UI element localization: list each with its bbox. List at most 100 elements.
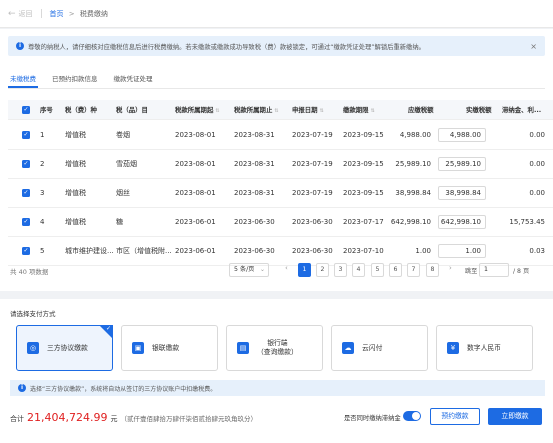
total-label: 合计 [10, 415, 24, 423]
reserve-pay-button[interactable]: 预约缴款 [430, 408, 480, 425]
paid-amount-input[interactable]: 38,998.84 [438, 186, 486, 200]
notice-banner: i 尊敬的纳税人，请仔细核对应缴税信息后进行税费缴纳。若未缴款或缴款成功导致税（… [8, 36, 545, 56]
row-item: 雪茄烟 [116, 160, 137, 168]
prev-page-icon[interactable]: ‹ [285, 264, 288, 272]
notice-text: 尊敬的纳税人，请仔细核对应缴税信息后进行税费缴纳。若未缴款或缴款成功导致税（费）… [28, 43, 425, 51]
page-button[interactable]: 5 [371, 263, 384, 277]
table-row[interactable]: ✓ 2 增值税 雪茄烟 2023-08-01 2023-08-31 2023-0… [8, 150, 553, 179]
page-size-select[interactable]: 5 条/页 ⌄ [229, 263, 269, 277]
row-start: 2023-06-01 [175, 218, 216, 226]
header-item: 税（品）目 [116, 106, 148, 114]
table-row[interactable]: ✓ 4 增值税 糖 2023-06-01 2023-06-30 2023-06-… [8, 208, 553, 237]
sort-icon: ⇅ [215, 108, 220, 114]
top-bar: ← 返回 首页 > 税费缴纳 [0, 0, 553, 28]
row-no: 5 [40, 247, 45, 255]
info-icon: i [16, 42, 24, 50]
tab-unpaid[interactable]: 未缴税费 [8, 71, 38, 88]
info-icon: i [18, 384, 26, 392]
row-due: 4,988.00 [399, 131, 431, 139]
payment-tip-text: 选择“三方协议缴款”，系统将自动从签订的三方协议账户中扣缴税费。 [30, 385, 217, 393]
goto-label: 跳至 [465, 268, 478, 275]
row-due: 25,989.10 [395, 160, 431, 168]
tab-voucher[interactable]: 缴款凭证处理 [112, 71, 155, 88]
pay-method-label: 银联缴款 [152, 343, 180, 352]
late-fee-switch-label: 是否同时缴纳滞纳金 [344, 415, 401, 422]
row-late: 0.03 [529, 247, 545, 255]
main-panel: i 尊敬的纳税人，请仔细核对应缴税信息后进行税费缴纳。若未缴款或缴款成功导致税（… [0, 29, 553, 291]
row-deadline: 2023-09-15 [343, 131, 384, 139]
card-icon: ▣ [132, 342, 144, 354]
late-fee-switch[interactable] [403, 411, 421, 421]
cloud-icon: ☁ [342, 342, 354, 354]
row-checkbox[interactable]: ✓ [22, 160, 30, 168]
row-item: 烟丝 [116, 189, 130, 197]
header-tax: 税（费）种 [65, 106, 97, 114]
header-late: 滞纳金、利... [502, 106, 542, 114]
row-late: 0.00 [529, 131, 545, 139]
pay-method-unionpay[interactable]: ▣ 银联缴款 [121, 325, 218, 371]
page-button[interactable]: 8 [426, 263, 439, 277]
row-checkbox[interactable]: ✓ [22, 131, 30, 139]
next-page-icon[interactable]: › [449, 264, 452, 272]
breadcrumb-home[interactable]: 首页 [50, 10, 64, 18]
row-start: 2023-08-01 [175, 160, 216, 168]
breadcrumb-current: 税费缴纳 [79, 9, 108, 18]
row-checkbox[interactable]: ✓ [22, 218, 30, 226]
sort-icon: ⇅ [319, 108, 324, 114]
row-tax: 增值税 [65, 160, 86, 168]
tab-reserved[interactable]: 已预约扣款信息 [50, 71, 100, 88]
table-row[interactable]: ✓ 1 增值税 卷烟 2023-08-01 2023-08-31 2023-07… [8, 121, 553, 150]
row-item: 卷烟 [116, 131, 130, 139]
goto-page-input[interactable]: 1 [479, 263, 509, 277]
pay-method-tripartite[interactable]: ◎ 三方协议缴款 ✓ [16, 325, 113, 371]
row-declare: 2023-07-19 [292, 160, 333, 168]
paid-amount-input[interactable]: 25,989.10 [438, 157, 486, 171]
row-item: 糖 [116, 218, 123, 226]
payment-tip: i 选择“三方协议缴款”，系统将自动从签订的三方协议账户中扣缴税费。 [10, 380, 545, 396]
header-declare[interactable]: 申报日期 ⇅ [292, 105, 324, 114]
pagination: 共 40 项数据 5 条/页 ⌄ ‹ 1 2 3 4 5 6 7 8 › 跳至 1… [0, 261, 553, 281]
paid-amount-input[interactable]: 1.00 [438, 244, 486, 258]
header-deadline[interactable]: 缴款期限 ⇅ [343, 105, 375, 114]
select-all-checkbox[interactable]: ✓ [22, 105, 30, 114]
arrow-left-icon: ← [8, 8, 16, 19]
row-deadline: 2023-07-10 [343, 247, 384, 255]
page-button[interactable]: 2 [316, 263, 329, 277]
row-end: 2023-08-31 [234, 189, 275, 197]
page-button[interactable]: 3 [334, 263, 347, 277]
paid-amount-input[interactable]: 642,998.10 [438, 215, 486, 229]
back-button[interactable]: ← 返回 [8, 9, 33, 19]
page-button[interactable]: 4 [352, 263, 365, 277]
payment-panel: 请选择支付方式 ◎ 三方协议缴款 ✓ ▣ 银联缴款 ▤ 银行端 （查询缴款） ☁… [0, 299, 553, 443]
row-deadline: 2023-07-17 [343, 218, 384, 226]
pay-method-label: 银行端 （查询缴款） [257, 339, 298, 356]
row-tax: 增值税 [65, 131, 86, 139]
pay-method-label: 数字人民币 [467, 343, 501, 352]
sort-icon: ⇅ [370, 108, 375, 114]
row-checkbox[interactable]: ✓ [22, 189, 30, 197]
header-end[interactable]: 税款所属期止 ⇅ [234, 105, 279, 114]
check-icon: ✓ [105, 325, 111, 332]
total-line: 合计 21,404,724.99 元 （贰仟壹佰肆拾万肆仟柒佰贰拾肆元玖角玖分） [10, 411, 257, 424]
header-due: 应缴税额 [408, 106, 434, 114]
row-start: 2023-08-01 [175, 189, 216, 197]
close-icon[interactable]: × [530, 42, 537, 51]
pay-now-button[interactable]: 立即缴款 [488, 408, 542, 425]
table-row[interactable]: ✓ 3 增值税 烟丝 2023-08-01 2023-08-31 2023-07… [8, 179, 553, 208]
pay-method-ecny[interactable]: ¥ 数字人民币 [436, 325, 533, 371]
header-start[interactable]: 税款所属期起 ⇅ [175, 105, 220, 114]
row-tax: 增值税 [65, 218, 86, 226]
paid-amount-input[interactable]: 4,988.00 [438, 128, 486, 142]
pay-method-bank[interactable]: ▤ 银行端 （查询缴款） [226, 325, 323, 371]
page-button[interactable]: 7 [407, 263, 420, 277]
pay-method-quickpass[interactable]: ☁ 云闪付 [331, 325, 428, 371]
page-button[interactable]: 1 [298, 263, 311, 277]
row-declare: 2023-06-30 [292, 247, 333, 255]
breadcrumb-separator: > [68, 9, 75, 18]
row-end: 2023-08-31 [234, 160, 275, 168]
sort-icon: ⇅ [274, 108, 279, 114]
chevron-down-icon: ⌄ [259, 266, 265, 273]
page-button[interactable]: 6 [389, 263, 402, 277]
row-checkbox[interactable]: ✓ [22, 247, 30, 255]
ecny-icon: ¥ [447, 342, 459, 354]
